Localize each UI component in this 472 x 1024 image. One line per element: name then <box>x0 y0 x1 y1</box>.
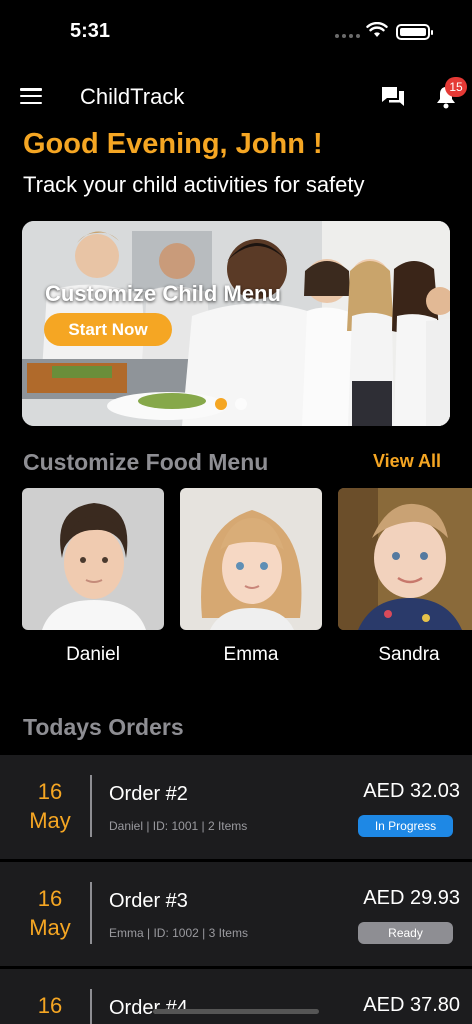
order-month: May <box>29 808 71 833</box>
order-meta: Emma | ID: 1002 | 3 Items <box>109 926 248 940</box>
status-bar: 5:31 <box>0 0 472 64</box>
app-title: ChildTrack <box>80 84 185 109</box>
chat-icon[interactable] <box>380 84 406 110</box>
child-card-emma[interactable]: Emma <box>180 488 322 666</box>
order-divider <box>90 989 92 1024</box>
child-card-sandra[interactable]: Sandra <box>338 488 472 666</box>
menu-icon[interactable] <box>20 88 42 104</box>
notification-badge: 15 <box>445 77 467 97</box>
battery-icon <box>396 24 433 40</box>
child-card-daniel[interactable]: Daniel <box>22 488 164 666</box>
home-indicator <box>153 1009 319 1014</box>
child-avatar <box>338 488 472 630</box>
status-time: 5:31 <box>70 20 111 42</box>
order-name: Order #3 <box>109 890 188 912</box>
order-date: 16 May <box>0 884 100 942</box>
order-amount: AED 32.03 <box>363 780 460 802</box>
order-divider <box>90 882 92 944</box>
child-avatar <box>22 488 164 630</box>
carousel-dot[interactable] <box>235 398 247 410</box>
child-name: Daniel <box>66 644 120 665</box>
order-amount: AED 37.80 <box>363 994 460 1016</box>
order-amount: AED 29.93 <box>363 887 460 909</box>
order-row[interactable]: 16 May Order #3 Emma | ID: 1002 | 3 Item… <box>0 862 472 966</box>
banner-title: Customize Child Menu <box>45 281 281 306</box>
order-meta: Daniel | ID: 1001 | 2 Items <box>109 819 248 833</box>
order-date: 16 May <box>0 777 100 835</box>
greeting-title: Good Evening, John ! <box>23 128 323 160</box>
order-month: May <box>29 915 71 940</box>
child-avatar <box>180 488 322 630</box>
wifi-icon <box>366 22 388 37</box>
order-day: 16 <box>37 886 63 911</box>
child-name: Sandra <box>378 644 440 665</box>
carousel-dots <box>215 398 247 410</box>
order-date: 16 <box>0 991 100 1020</box>
children-carousel[interactable]: Daniel Emma Sandra <box>22 488 472 678</box>
order-row[interactable]: 16 Order #4 AED 37.80 <box>0 969 472 1024</box>
greeting-subtitle: Track your child activities for safety <box>23 172 365 197</box>
orders-section-title: Todays Orders <box>23 714 184 740</box>
order-divider <box>90 775 92 837</box>
order-day: 16 <box>37 779 63 804</box>
start-now-button[interactable]: Start Now <box>44 313 172 346</box>
order-name: Order #2 <box>109 783 188 805</box>
promo-banner[interactable]: Customize Child Menu Start Now <box>22 221 450 426</box>
order-row[interactable]: 16 May Order #2 Daniel | ID: 1001 | 2 It… <box>0 755 472 859</box>
order-day: 16 <box>37 993 63 1018</box>
view-all-link[interactable]: View All <box>373 451 441 472</box>
food-menu-section-title: Customize Food Menu <box>23 449 269 475</box>
child-name: Emma <box>223 644 279 665</box>
carousel-dot-active[interactable] <box>215 398 227 410</box>
order-status-badge: Ready <box>358 922 453 944</box>
order-status-badge: In Progress <box>358 815 453 837</box>
cellular-signal-icon <box>335 34 360 38</box>
app-header: ChildTrack 15 <box>0 70 472 124</box>
